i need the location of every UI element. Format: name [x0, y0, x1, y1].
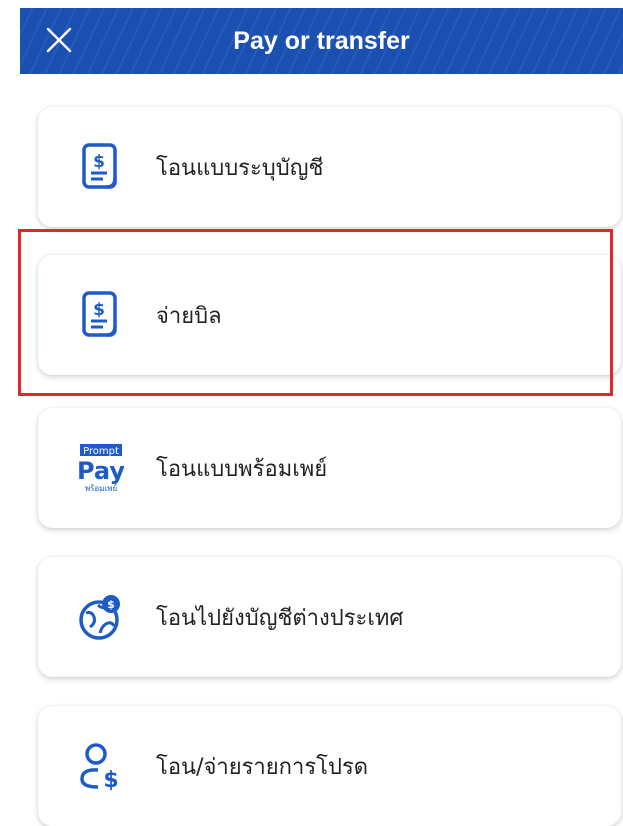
promptpay-main-text: Pay — [78, 457, 124, 485]
svg-text:$: $ — [93, 300, 105, 320]
promptpay-sub-text: พร้อมเพย์ — [85, 483, 117, 493]
svg-text:$: $ — [103, 768, 118, 791]
svg-text:$: $ — [93, 152, 105, 172]
menu-item-pay-bill[interactable]: $ จ่ายบิล — [38, 255, 621, 375]
bill-document-icon: $ — [78, 288, 124, 342]
bill-document-icon: $ — [78, 140, 124, 194]
menu-item-favorite-transfer[interactable]: $ โอน/จ่ายรายการโปรด — [38, 706, 621, 826]
menu-item-label: โอนแบบระบุบัญชี — [156, 155, 324, 181]
close-icon[interactable] — [44, 25, 74, 55]
menu-item-label: โอนแบบพร้อมเพย์ — [156, 456, 328, 482]
favorite-payee-icon: $ — [78, 739, 124, 793]
menu-item-label: จ่ายบิล — [156, 303, 222, 329]
svg-text:$: $ — [107, 598, 115, 611]
promptpay-logo-icon: Prompt Pay พร้อมเพย์ — [78, 441, 124, 495]
menu-item-international-transfer[interactable]: $ โอนไปยังบัญชีต่างประเทศ — [38, 557, 621, 677]
menu-item-transfer-account[interactable]: $ โอนแบบระบุบัญชี — [38, 107, 621, 227]
menu-item-promptpay[interactable]: Prompt Pay พร้อมเพย์ โอนแบบพร้อมเพย์ — [38, 408, 621, 528]
page-title: Pay or transfer — [233, 26, 410, 55]
menu-item-label: โอน/จ่ายรายการโปรด — [156, 754, 369, 780]
promptpay-top-text: Prompt — [83, 446, 119, 457]
menu-item-label: โอนไปยังบัญชีต่างประเทศ — [156, 605, 404, 631]
top-bar: Pay or transfer — [20, 8, 623, 74]
globe-dollar-icon: $ — [78, 590, 124, 644]
